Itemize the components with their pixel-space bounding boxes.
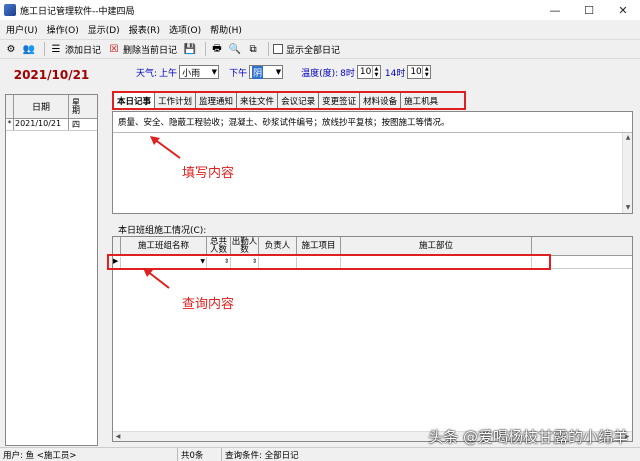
menu-help[interactable]: 帮助(H) — [210, 23, 242, 36]
menu-user[interactable]: 用户(U) — [6, 23, 38, 36]
notes-scrollbar[interactable]: ▲ ▼ — [622, 133, 632, 213]
col-person-in-charge[interactable]: 负责人 — [259, 237, 297, 255]
pm-label: 下午 — [229, 68, 248, 79]
am-weather-value: 小雨 — [182, 68, 201, 79]
crew-section-label: 本日班组施工情况(C): — [118, 226, 207, 236]
fill-content-annotation: 填写内容 — [182, 166, 235, 181]
temperature-label: 温度(度): — [301, 68, 339, 79]
date-list-header: 日期 星期 — [6, 95, 97, 119]
minimize-button[interactable]: — — [538, 0, 572, 20]
temp-14-stepper[interactable]: 10 ▲ ▼ — [407, 65, 432, 79]
add-diary-label: 添加日记 — [65, 45, 102, 56]
status-bar: 用户: 鱼 <施工员> 共0条 查询条件: 全部日记 — [0, 447, 640, 461]
pm-weather-select[interactable]: 阴 ▼ — [249, 65, 284, 79]
col-total-workers[interactable]: 总共人数 — [207, 237, 231, 255]
weather-label: 天气: — [136, 68, 158, 79]
show-all-checkbox[interactable] — [273, 44, 284, 54]
scroll-left-icon[interactable]: ◀ — [113, 432, 123, 442]
show-all-toggle[interactable]: 显示全部日记 — [273, 43, 340, 56]
delete-diary-label: 删除当前日记 — [123, 45, 178, 56]
spin-arrows-icon[interactable]: ▲ ▼ — [371, 66, 380, 78]
chevron-down-icon: ▼ — [211, 68, 218, 76]
temp-8-stepper[interactable]: 10 ▲ ▼ — [356, 65, 381, 79]
col-construction-location[interactable]: 施工部位 — [341, 237, 532, 255]
row-marker: * — [6, 119, 14, 130]
menu-display[interactable]: 显示(D) — [88, 23, 120, 36]
status-count: 共0条 — [178, 447, 222, 461]
col-weekday-header[interactable]: 星期 — [69, 95, 83, 118]
chevron-down-icon: ▼ — [275, 68, 282, 76]
col-attendance[interactable]: 出勤人数 — [231, 237, 259, 255]
temp-14-value: 10 — [410, 67, 422, 77]
status-query: 查询条件: 全部日记 — [225, 450, 299, 461]
close-button[interactable]: ✕ — [606, 0, 640, 20]
print-icon[interactable]: 🖶 — [210, 42, 224, 56]
date-list: 日期 星期 * 2021/10/21 四 — [5, 94, 98, 446]
toolbar: ⚙ 👥 ☰ 添加日记 ☒ 删除当前日记 💾 🖶 🔍 ⧉ 显示全部日记 — [0, 39, 640, 59]
menu-bar: 用户(U) 操作(O) 显示(D) 报表(R) 选项(O) 帮助(H) — [0, 21, 640, 38]
left-panel: 2021/10/21 日期 星期 * 2021/10/21 四 — [0, 60, 103, 446]
tabs-highlight-box — [112, 91, 466, 110]
weather-row: 天气: 上午 小雨 ▼ 下午 阴 ▼ 温度(度): 8时 10 ▲ ▼ 14时 1… — [136, 65, 432, 79]
annotation-arrow-icon — [150, 136, 181, 159]
row-date: 2021/10/21 — [14, 119, 69, 130]
maximize-button[interactable]: ☐ — [572, 0, 606, 20]
col-date-header[interactable]: 日期 — [14, 95, 69, 118]
row-highlight-box — [107, 254, 551, 270]
save-icon[interactable]: 💾 — [183, 42, 197, 56]
col-construction-item[interactable]: 施工项目 — [297, 237, 341, 255]
toolbar-divider — [205, 42, 207, 56]
temp-14-label: 14时 — [384, 68, 406, 79]
show-all-label: 显示全部日记 — [286, 45, 341, 56]
window-title: 施工日记管理软件--中建四局 — [20, 6, 135, 17]
notes-hint: 质量、安全、隐蔽工程验收；混凝土、砂浆试件编号；放线抄平复核；按图施工等情况。 — [118, 118, 450, 128]
pm-weather-value: 阴 — [252, 65, 264, 79]
title-bar: 施工日记管理软件--中建四局 — ☐ ✕ — [0, 0, 640, 20]
copy-icon[interactable]: ⧉ — [246, 42, 260, 56]
notes-divider — [113, 132, 632, 133]
delete-list-icon: ☒ — [109, 43, 119, 55]
am-weather-select[interactable]: 小雨 ▼ — [179, 65, 220, 79]
date-list-row[interactable]: * 2021/10/21 四 — [6, 119, 97, 131]
delete-diary-button[interactable]: ☒ 删除当前日记 — [107, 42, 178, 56]
temp-8-value: 10 — [359, 67, 372, 77]
annotation-arrow-icon — [143, 268, 170, 289]
add-list-icon: ☰ — [51, 43, 61, 55]
col-team-name[interactable]: 施工班组名称 — [121, 237, 207, 255]
query-content-annotation: 查询内容 — [182, 297, 235, 312]
menu-operation[interactable]: 操作(O) — [47, 23, 79, 36]
watermark: 头条 @爱喝杨枝甘露的小绵羊 — [428, 428, 628, 446]
app-icon — [4, 4, 16, 16]
gear-icon[interactable]: ⚙ — [4, 42, 18, 56]
row-weekday: 四 — [72, 120, 80, 129]
preview-icon[interactable]: 🔍 — [228, 42, 242, 56]
temp-8-label: 8时 — [340, 68, 355, 79]
am-label: 上午 — [159, 68, 178, 79]
menu-options[interactable]: 选项(O) — [169, 23, 201, 36]
spin-arrows-icon[interactable]: ▲ ▼ — [422, 66, 430, 78]
scroll-down-icon[interactable]: ▼ — [623, 203, 633, 213]
users-icon[interactable]: 👥 — [22, 42, 36, 56]
row-indicator-header — [113, 237, 121, 255]
current-date: 2021/10/21 — [13, 68, 90, 82]
row-indicator-header — [6, 95, 14, 118]
status-user: 用户: 鱼 <施工员> — [0, 447, 178, 461]
toolbar-divider — [44, 42, 45, 56]
scroll-up-icon[interactable]: ▲ — [623, 133, 633, 143]
toolbar-divider — [268, 42, 270, 56]
menu-report[interactable]: 报表(R) — [129, 23, 160, 36]
add-diary-button[interactable]: ☰ 添加日记 — [49, 42, 102, 56]
